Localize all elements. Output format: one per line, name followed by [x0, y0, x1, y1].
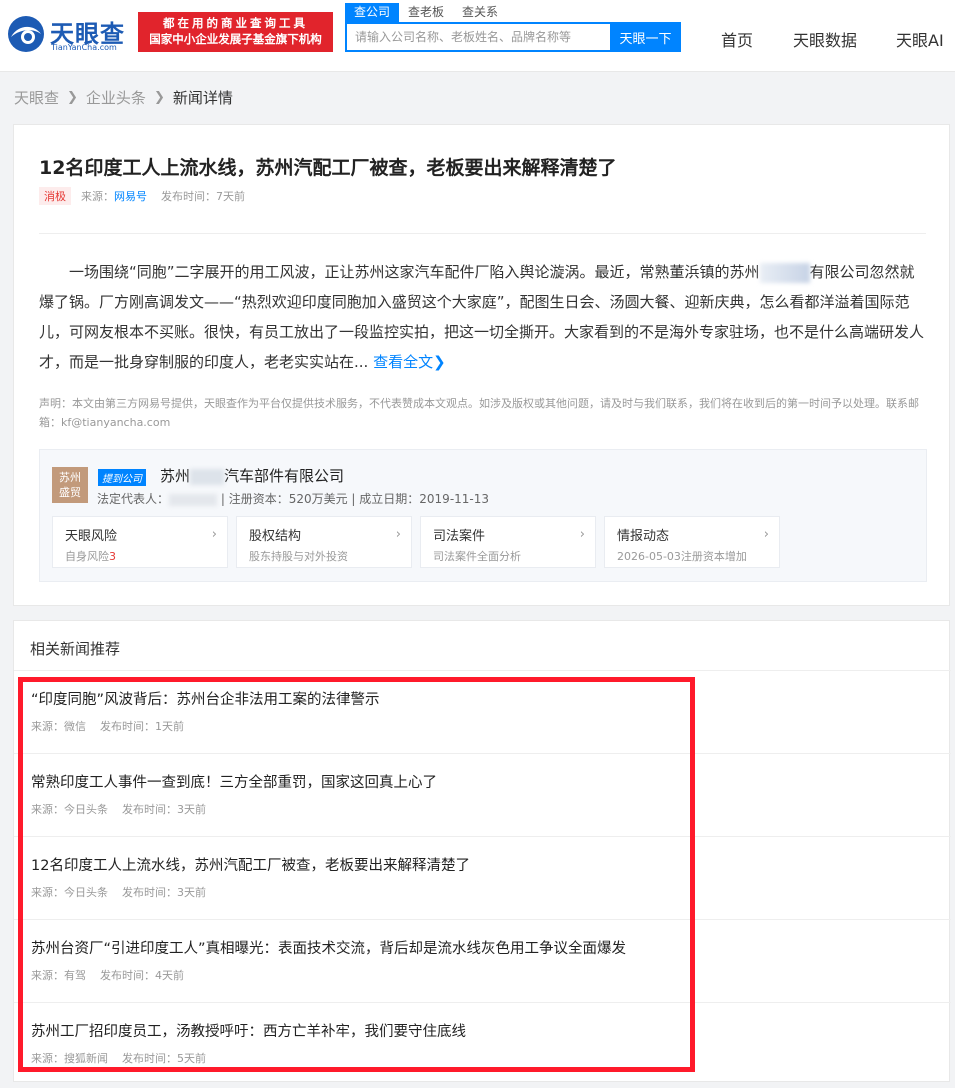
publish-time: 发布时间：7天前	[161, 190, 245, 203]
news-time: 发布时间：4天前	[100, 969, 184, 982]
top-header: 天眼查 TianYanCha.com 都在用的商业查询工具 国家中小企业发展子基…	[0, 0, 955, 72]
redacted-text	[759, 262, 810, 283]
news-source: 来源：今日头条	[31, 886, 108, 899]
news-list: “印度同胞”风波背后：苏州台企非法用工案的法律警示 来源：微信 发布时间：1天前 …	[14, 671, 951, 1086]
nav-ai[interactable]: 天眼AI	[896, 27, 944, 51]
card-title: 天眼风险	[65, 529, 118, 544]
news-meta: 来源：有驾 发布时间：4天前	[31, 967, 184, 983]
news-meta: 来源：微信 发布时间：1天前	[31, 718, 184, 734]
news-time: 发布时间：5天前	[122, 1052, 206, 1065]
article-meta: 消极 来源： 网易号 发布时间：7天前	[39, 187, 245, 205]
related-news-panel: 相关新闻推荐 “印度同胞”风波背后：苏州台企非法用工案的法律警示 来源：微信发布…	[13, 620, 951, 1082]
card-subtitle: 司法案件全面分析	[433, 550, 521, 563]
logo-subtext: TianYanCha.com	[51, 43, 117, 52]
related-news-title: 相关新闻推荐	[30, 640, 121, 658]
search-tabs: 查公司 查老板 查关系	[345, 3, 507, 23]
chevron-right-icon: ›	[579, 527, 585, 542]
read-more-link[interactable]: 查看全文❯	[373, 353, 446, 371]
list-item[interactable]: “印度同胞”风波背后：苏州台企非法用工案的法律警示 来源：微信 发布时间：1天前	[14, 671, 951, 754]
chevron-right-icon: ›	[763, 527, 769, 542]
source-link[interactable]: 网易号	[114, 188, 147, 204]
risk-count: 3	[109, 550, 116, 563]
breadcrumb: 天眼查 ❯ 企业头条 ❯ 新闻详情	[14, 87, 233, 108]
nav-home[interactable]: 首页	[721, 27, 753, 51]
card-subtitle: 2026-05-03注册资本增加	[617, 550, 747, 563]
breadcrumb-current: 新闻详情	[172, 89, 233, 107]
news-title[interactable]: “印度同胞”风波背后：苏州台企非法用工案的法律警示	[31, 688, 380, 709]
news-meta: 来源：今日头条 发布时间：3天前	[31, 801, 206, 817]
slogan-banner: 都在用的商业查询工具 国家中小企业发展子基金旗下机构	[138, 12, 333, 52]
company-info: 法定代表人： | 注册资本：520万美元 | 成立日期：2019-11-13	[97, 490, 489, 507]
list-item[interactable]: 苏州工厂招印度员工，汤教授呼吁：西方亡羊补牢，我们要守住底线 来源：搜狐新闻 发布…	[14, 1003, 951, 1086]
breadcrumb-home[interactable]: 天眼查	[14, 87, 59, 108]
card-subtitle: 股东持股与对外投资	[249, 550, 348, 563]
search-button[interactable]: 天眼一下	[610, 22, 681, 52]
redacted-text	[169, 493, 218, 506]
article-body: 一场围绕“同胞”二字展开的用工风波，正让苏州这家汽车配件厂陷入舆论漩涡。最近，常…	[39, 257, 926, 377]
read-more-label: 查看全文	[373, 353, 434, 371]
news-time: 发布时间：3天前	[122, 803, 206, 816]
nav-data[interactable]: 天眼数据	[793, 27, 857, 51]
article-card: 12名印度工人上流水线，苏州汽配工厂被查，老板要出来解释清楚了 消极 来源： 网…	[13, 124, 950, 606]
company-logo[interactable]: 苏州盛贸	[52, 467, 88, 503]
search-box	[345, 22, 610, 52]
card-intel[interactable]: 情报动态 2026-05-03注册资本增加 ›	[604, 516, 780, 568]
article-title: 12名印度工人上流水线，苏州汽配工厂被查，老板要出来解释清楚了	[39, 157, 617, 179]
card-title: 股权结构	[249, 529, 302, 544]
news-meta: 来源：搜狐新闻 发布时间：5天前	[31, 1050, 206, 1066]
news-source: 来源：微信	[31, 720, 86, 733]
sentiment-badge: 消极	[39, 187, 71, 205]
chevron-right-icon: ›	[211, 527, 217, 542]
news-source: 来源：有驾	[31, 969, 86, 982]
tab-search-company[interactable]: 查公司	[345, 3, 400, 23]
card-risk[interactable]: 天眼风险 自身风险3 ›	[52, 516, 228, 568]
eye-logo-icon	[8, 16, 44, 52]
card-subtitle-text: 自身风险	[65, 550, 109, 563]
news-title[interactable]: 苏州台资厂“引进印度工人”真相曝光：表面技术交流，背后却是流水线灰色用工争议全面…	[31, 937, 626, 958]
card-judicial[interactable]: 司法案件 司法案件全面分析 ›	[420, 516, 596, 568]
tab-search-boss[interactable]: 查老板	[399, 3, 453, 23]
news-time: 发布时间：1天前	[100, 720, 184, 733]
news-title[interactable]: 常熟印度工人事件一查到底！三方全部重罚，国家这回真上心了	[31, 771, 437, 792]
list-item[interactable]: 苏州台资厂“引进印度工人”真相曝光：表面技术交流，背后却是流水线灰色用工争议全面…	[14, 920, 951, 1003]
news-source: 来源：今日头条	[31, 803, 108, 816]
breadcrumb-headlines[interactable]: 企业头条	[86, 87, 146, 108]
company-cards: 天眼风险 自身风险3 › 股权结构 股东持股与对外投资 › 司法案件 司法案件全…	[52, 516, 788, 568]
list-item[interactable]: 12名印度工人上流水线，苏州汽配工厂被查，老板要出来解释清楚了 来源：今日头条 发…	[14, 837, 951, 920]
search-input[interactable]	[347, 24, 610, 50]
news-title[interactable]: 12名印度工人上流水线，苏州汽配工厂被查，老板要出来解释清楚了	[31, 854, 470, 875]
legal-rep-label: 法定代表人：	[97, 492, 170, 506]
list-item[interactable]: 常熟印度工人事件一查到底！三方全部重罚，国家这回真上心了 来源：今日头条 发布时间…	[14, 754, 951, 837]
disclaimer: 声明：本文由第三方网易号提供，天眼查作为平台仅提供技术服务，不代表赞成本文观点。…	[39, 397, 919, 429]
card-equity[interactable]: 股权结构 股东持股与对外投资 ›	[236, 516, 412, 568]
company-name-prefix: 苏州	[160, 467, 191, 485]
redacted-text	[190, 468, 225, 485]
chevron-right-icon: ❯	[433, 353, 446, 371]
body-part-1: 一场围绕“同胞”二字展开的用工风波，正让苏州这家汽车配件厂陷入舆论漩涡。最近，常…	[69, 263, 760, 281]
company-info-rest: | 注册资本：520万美元 | 成立日期：2019-11-13	[220, 492, 490, 506]
site-logo[interactable]: 天眼查 TianYanCha.com	[6, 12, 132, 56]
company-panel: 苏州盛贸 提到公司 苏州 汽车部件有限公司 法定代表人： | 注册资本：520万美…	[39, 449, 927, 582]
card-title: 情报动态	[617, 529, 670, 544]
news-title[interactable]: 苏州工厂招印度员工，汤教授呼吁：西方亡羊补牢，我们要守住底线	[31, 1020, 466, 1041]
company-name[interactable]: 苏州 汽车部件有限公司	[160, 465, 344, 486]
news-source: 来源：搜狐新闻	[31, 1052, 108, 1065]
chevron-right-icon: ❯	[153, 90, 165, 105]
slogan-line-1: 都在用的商业查询工具	[163, 16, 308, 30]
news-meta: 来源：今日头条 发布时间：3天前	[31, 884, 206, 900]
chevron-right-icon: ❯	[67, 90, 78, 105]
slogan-line-2: 国家中小企业发展子基金旗下机构	[149, 32, 322, 46]
news-time: 发布时间：3天前	[122, 886, 206, 899]
company-name-suffix: 汽车部件有限公司	[224, 467, 345, 485]
divider	[39, 233, 926, 234]
source-label: 来源：	[81, 190, 114, 203]
tab-search-relation[interactable]: 查关系	[453, 3, 507, 23]
card-title: 司法案件	[433, 529, 486, 544]
mentioned-company-badge: 提到公司	[98, 469, 146, 486]
card-subtitle: 自身风险3	[65, 548, 215, 564]
chevron-right-icon: ›	[395, 527, 401, 542]
